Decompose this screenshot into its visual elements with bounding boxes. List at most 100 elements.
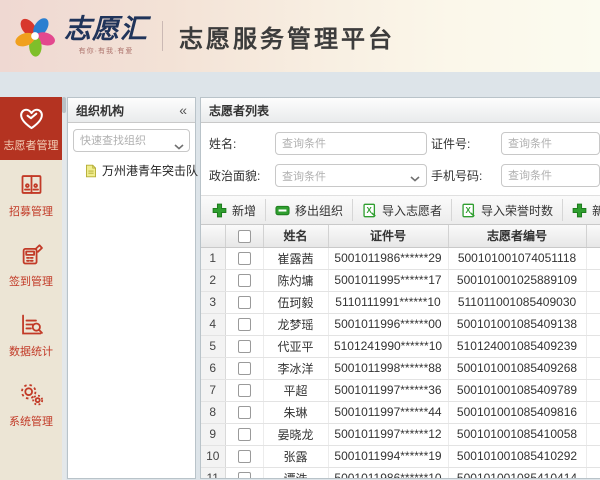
cell-clipped bbox=[586, 247, 600, 270]
excel-import-icon: X bbox=[461, 203, 476, 218]
checkbox-column-header bbox=[225, 225, 264, 248]
sidebar-item-checkin-management[interactable]: 签到管理 bbox=[0, 230, 62, 300]
org-panel: 组织机构 « 万州港青年突击队 bbox=[67, 97, 199, 479]
sidebar-item-data-statistics[interactable]: 数据统计 bbox=[0, 300, 62, 370]
cell-name: 晏晓龙 bbox=[263, 423, 329, 446]
cell-clipped bbox=[586, 379, 600, 402]
sidebar-item-label: 数据统计 bbox=[9, 346, 53, 358]
document-icon bbox=[84, 164, 98, 178]
table-row: 9 晏晓龙 5001011997******12 500101001085410… bbox=[201, 423, 600, 446]
cell-clipped bbox=[586, 269, 600, 292]
sidebar-scrollbar-thumb[interactable] bbox=[62, 97, 66, 113]
row-checkbox[interactable] bbox=[237, 406, 251, 420]
row-checkbox[interactable] bbox=[237, 252, 251, 266]
filter-form: 姓名: 证件号: 政治面貌: 查询条件 手机号码: bbox=[201, 123, 600, 195]
mobile-number-filter-label: 手机号码: bbox=[431, 169, 483, 183]
cell-name: 李冰洋 bbox=[263, 357, 329, 380]
cell-name: 平超 bbox=[263, 379, 329, 402]
political-status-select[interactable]: 查询条件 bbox=[275, 164, 427, 187]
cell-id-number: 5001011986******10 bbox=[328, 467, 449, 478]
import-honor-hours-button[interactable]: X 导入荣誉时数 bbox=[451, 199, 562, 221]
checkin-terminal-icon bbox=[18, 241, 45, 268]
app-title: 志愿服务管理平台 bbox=[179, 25, 395, 53]
logo-tagline: 有你·有我·有爱 bbox=[78, 48, 134, 55]
collapse-panel-icon[interactable]: « bbox=[179, 103, 187, 117]
row-number: 9 bbox=[201, 423, 226, 446]
table-header-row: 姓名 证件号 志愿者编号 bbox=[201, 225, 600, 248]
row-checkbox[interactable] bbox=[237, 428, 251, 442]
sidebar-item-label: 招募管理 bbox=[9, 206, 53, 218]
sidebar-item-label: 系统管理 bbox=[9, 416, 53, 428]
cell-volunteer-no: 500101001085409138 bbox=[448, 313, 587, 336]
row-checkbox[interactable] bbox=[237, 296, 251, 310]
cell-id-number: 5001011998******88 bbox=[328, 357, 449, 380]
name-column-header: 姓名 bbox=[263, 225, 329, 248]
cell-volunteer-no: 500101001085409789 bbox=[448, 379, 587, 402]
cell-volunteer-no: 500101001085410058 bbox=[448, 423, 587, 446]
cell-id-number: 5001011997******44 bbox=[328, 401, 449, 424]
import-volunteers-button[interactable]: X 导入志愿者 bbox=[352, 199, 451, 221]
cell-name: 龙梦瑶 bbox=[263, 313, 329, 336]
table-row: 6 李冰洋 5001011998******88 500101001085409… bbox=[201, 357, 600, 380]
org-tree-item-label: 万州港青年突击队 bbox=[102, 164, 199, 178]
heart-hand-icon bbox=[18, 105, 45, 132]
sidebar-item-volunteer-management[interactable]: 志愿者管理 bbox=[0, 97, 62, 160]
row-checkbox[interactable] bbox=[237, 384, 251, 398]
row-checkbox[interactable] bbox=[237, 274, 251, 288]
row-checkbox[interactable] bbox=[237, 450, 251, 464]
cell-clipped bbox=[586, 401, 600, 424]
cell-name: 张露 bbox=[263, 445, 329, 468]
volunteer-no-column-header: 志愿者编号 bbox=[448, 225, 587, 248]
row-checkbox[interactable] bbox=[237, 362, 251, 376]
org-panel-header: 组织机构 « bbox=[68, 98, 195, 123]
name-filter-input[interactable] bbox=[275, 132, 427, 155]
toolbar-button-label: 移出组织 bbox=[295, 203, 344, 218]
cell-name: 陈灼墉 bbox=[263, 269, 329, 292]
row-number: 1 bbox=[201, 247, 226, 270]
chevron-down-icon[interactable] bbox=[174, 137, 184, 155]
cell-volunteer-no: 510124001085409239 bbox=[448, 335, 587, 358]
add-honor-hours-button[interactable]: 新增荣誉时数 bbox=[562, 199, 600, 221]
table-row: 4 龙梦瑶 5001011996******00 500101001085409… bbox=[201, 313, 600, 336]
sidebar-scrollbar[interactable] bbox=[62, 97, 66, 480]
id-number-filter-input[interactable] bbox=[501, 132, 600, 155]
volunteer-panel-title: 志愿者列表 bbox=[209, 103, 270, 118]
org-tree-item[interactable]: 万州港青年突击队 bbox=[84, 162, 199, 179]
remove-from-org-button[interactable]: 移出组织 bbox=[265, 199, 352, 221]
cell-clipped bbox=[586, 335, 600, 358]
org-search-input[interactable] bbox=[73, 129, 190, 152]
row-checkbox[interactable] bbox=[237, 318, 251, 332]
row-number: 8 bbox=[201, 401, 226, 424]
table-row: 8 朱琳 5001011997******44 5001010010854098… bbox=[201, 401, 600, 424]
row-checkbox[interactable] bbox=[237, 340, 251, 354]
logo-text: 志愿汇 bbox=[64, 14, 148, 44]
cell-clipped bbox=[586, 423, 600, 446]
table-row: 5 代亚平 5101241990******10 510124001085409… bbox=[201, 335, 600, 358]
sidebar: 志愿者管理 招募管理 签到管理 数据统计 系统管理 bbox=[0, 97, 62, 480]
org-search bbox=[73, 129, 190, 152]
plus-icon bbox=[212, 203, 227, 218]
toolbar-button-label: 导入荣誉时数 bbox=[481, 203, 554, 218]
sidebar-item-recruitment-management[interactable]: 招募管理 bbox=[0, 160, 62, 230]
toolbar-button-label: 新增荣誉时数 bbox=[592, 202, 600, 219]
plus-icon bbox=[572, 203, 587, 218]
logo: 志愿汇 有你·有我·有爱 bbox=[12, 13, 148, 59]
row-checkbox[interactable] bbox=[237, 472, 251, 478]
cell-volunteer-no: 500101001085410292 bbox=[448, 445, 587, 468]
select-all-checkbox[interactable] bbox=[237, 229, 251, 243]
org-tree: 万州港青年突击队 bbox=[68, 152, 199, 179]
add-button[interactable]: 新增 bbox=[203, 199, 265, 221]
stats-chart-icon bbox=[18, 311, 45, 338]
chevron-down-icon bbox=[410, 173, 420, 185]
cell-id-number: 5001011997******12 bbox=[328, 423, 449, 446]
sidebar-item-system-management[interactable]: 系统管理 bbox=[0, 370, 62, 440]
row-number: 4 bbox=[201, 313, 226, 336]
mobile-number-filter-input[interactable] bbox=[501, 164, 600, 187]
cell-id-number: 5001011994******19 bbox=[328, 445, 449, 468]
row-number: 2 bbox=[201, 269, 226, 292]
cell-id-number: 5001011996******00 bbox=[328, 313, 449, 336]
toolbar-button-label: 新增 bbox=[232, 203, 257, 218]
row-number: 7 bbox=[201, 379, 226, 402]
toolbar-button-label: 导入志愿者 bbox=[382, 203, 443, 218]
sidebar-item-label: 志愿者管理 bbox=[3, 139, 59, 152]
